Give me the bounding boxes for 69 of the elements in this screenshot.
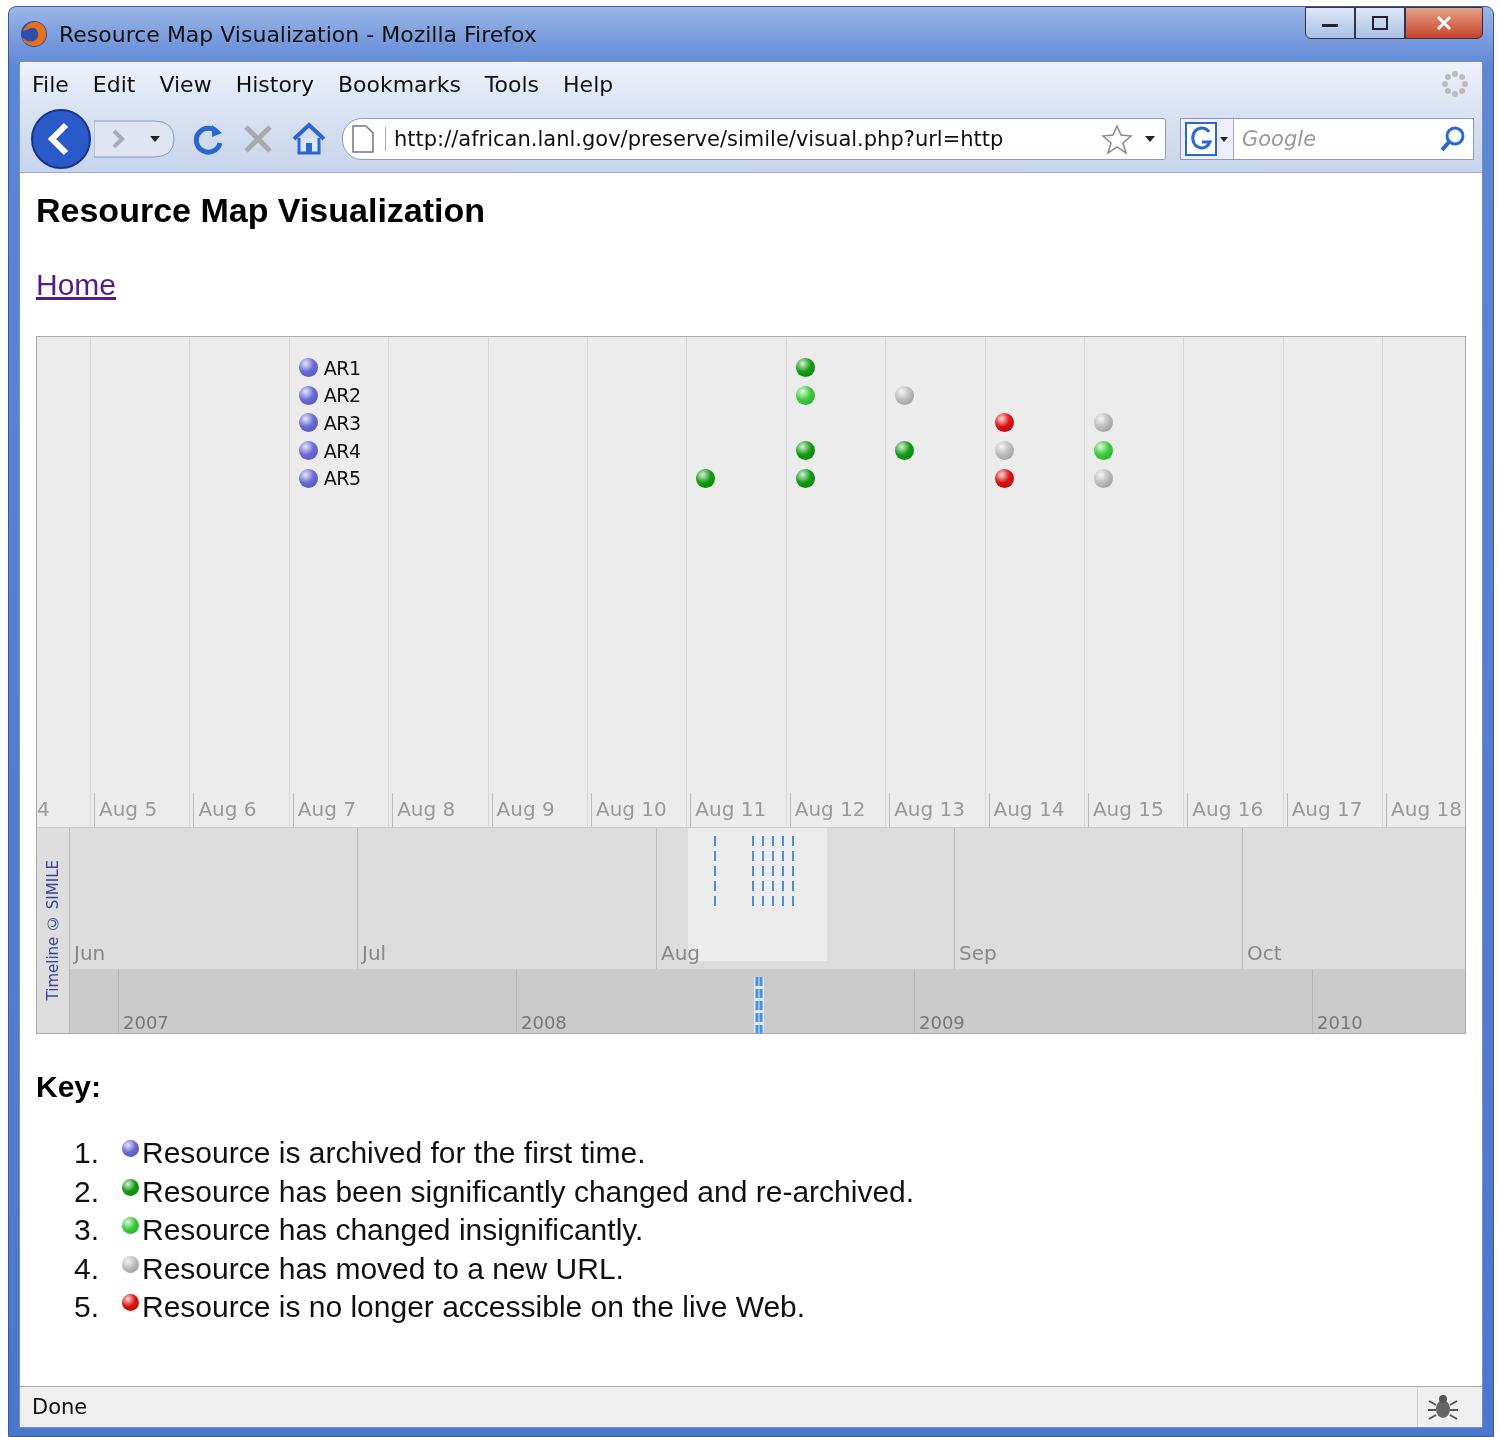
key-text: Resource is no longer accessible on the live Web. (142, 1290, 806, 1325)
page-heading: Resource Map Visualization (36, 191, 487, 230)
day-label: Aug 9 (491, 793, 587, 827)
year-label: 2007 (122, 1012, 169, 1033)
resource-label[interactable]: AR3 (323, 412, 361, 434)
menu-item[interactable]: Tools (484, 71, 540, 97)
list-number: 5. (74, 1290, 101, 1325)
list-number: 2. (74, 1174, 101, 1209)
url-field[interactable]: http://african.lanl.gov/preserve/simile/visual.php?url=http (342, 118, 1166, 160)
close-icon (1435, 14, 1453, 32)
day-label: Aug 7 (292, 793, 389, 827)
year-label: 2008 (520, 1012, 567, 1033)
star-icon[interactable] (1101, 123, 1133, 155)
key-text: Resource has been significantly changed and re-archived. (142, 1174, 915, 1209)
resource-label[interactable]: AR4 (323, 439, 361, 462)
day-label: Aug 8 (392, 793, 488, 827)
throbber-icon (1440, 69, 1470, 99)
window-title: Resource Map Visualization - Mozilla Firefox (59, 21, 537, 47)
page-icon (351, 124, 375, 154)
key-text: Resource is archived for the first time. (142, 1136, 646, 1171)
day-label: Aug 17 (1286, 793, 1383, 827)
menu-item[interactable]: View (159, 71, 212, 97)
day-label: Aug 13 (889, 793, 985, 827)
day-label: Aug 16 (1187, 793, 1283, 827)
list-number: 3. (74, 1213, 101, 1248)
day-label: Aug 12 (789, 793, 886, 827)
menu-item[interactable]: Edit (92, 71, 136, 97)
home-link[interactable]: Home (36, 268, 117, 302)
day-label: Aug 18 (1386, 793, 1465, 827)
key-text: Resource has moved to a new URL. (142, 1251, 624, 1286)
month-label: Sep (958, 941, 997, 967)
day-label: Aug 11 (690, 793, 786, 827)
list-number: 1. (74, 1136, 101, 1171)
resource-label[interactable]: AR1 (323, 356, 361, 379)
home-icon[interactable] (290, 121, 328, 157)
month-label: Jun (72, 941, 106, 967)
year-event-marker (754, 977, 764, 1033)
resource-label[interactable]: AR5 (323, 467, 361, 490)
search-icon[interactable] (1439, 125, 1467, 153)
resource-label[interactable]: AR2 (323, 384, 361, 407)
menu-item[interactable]: Bookmarks (337, 71, 461, 97)
day-label: Aug 14 (988, 793, 1084, 827)
dropdown-icon[interactable] (1143, 134, 1157, 144)
key-heading: Key: (36, 1070, 103, 1104)
search-engine-icon[interactable] (1185, 122, 1229, 156)
maximize-button[interactable] (1355, 7, 1405, 39)
year-label: 2009 (918, 1012, 965, 1033)
credit-label: Timeline © SIMILE (44, 860, 62, 1001)
key-text: Resource has changed insignificantly. (142, 1213, 644, 1248)
firefox-icon (19, 19, 49, 49)
maximize-icon (1371, 15, 1389, 31)
day-label: 4 (37, 796, 51, 823)
menu-item[interactable]: Help (563, 71, 614, 97)
status-text: Done (32, 1395, 88, 1419)
search-box[interactable]: Google (1180, 118, 1474, 160)
month-label: Aug (660, 941, 701, 967)
month-label: Jul (360, 941, 387, 967)
menu-item[interactable]: File (32, 71, 69, 97)
list-number: 4. (74, 1251, 101, 1286)
day-label: Aug 6 (193, 793, 289, 827)
month-label: Oct (1246, 941, 1282, 967)
day-label: Aug 5 (94, 793, 190, 827)
back-button[interactable] (28, 108, 94, 170)
year-label: 2010 (1316, 1012, 1363, 1033)
menu-item[interactable]: History (235, 71, 314, 97)
day-label: Aug 15 (1087, 793, 1184, 827)
minimize-button[interactable] (1305, 7, 1355, 39)
close-button[interactable] (1405, 7, 1483, 39)
day-label: Aug 10 (590, 793, 687, 827)
